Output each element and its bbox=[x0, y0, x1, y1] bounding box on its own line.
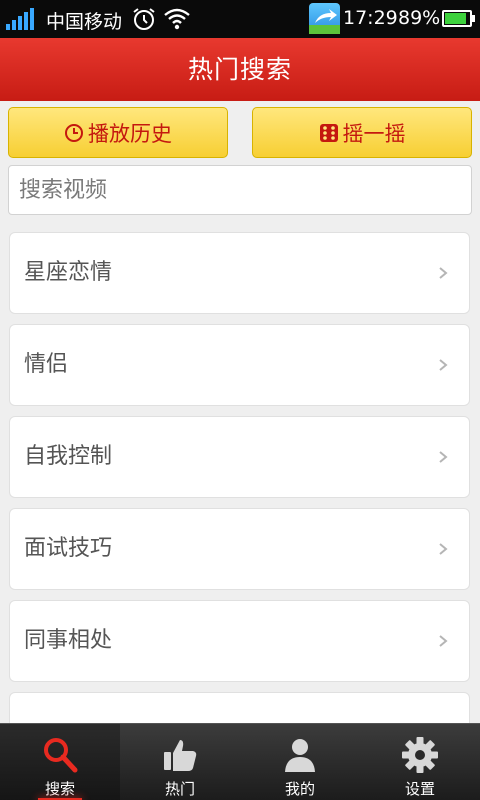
gear-icon bbox=[402, 737, 438, 773]
app-notification-icon bbox=[309, 3, 340, 34]
clock-icon bbox=[65, 123, 83, 142]
tab-mine[interactable]: 我的 bbox=[240, 724, 360, 800]
bottom-tab-bar: 搜索 热门 我的 设置 bbox=[0, 723, 480, 800]
tab-label: 热门 bbox=[164, 780, 195, 798]
list-item-label: 同事相处 bbox=[24, 628, 113, 653]
user-icon bbox=[285, 739, 315, 772]
tab-settings[interactable]: 设置 bbox=[360, 724, 480, 800]
title-bar: 热门搜索 bbox=[0, 38, 480, 101]
list-item[interactable]: 自我控制 bbox=[9, 416, 470, 498]
list-item[interactable]: 同事相处 bbox=[9, 600, 470, 682]
tab-label: 我的 bbox=[284, 780, 315, 798]
clock-time: 17:29 bbox=[343, 7, 398, 29]
list-item[interactable]: 情侣 bbox=[9, 324, 470, 406]
dice-icon bbox=[319, 123, 338, 142]
battery-percent: 89% bbox=[398, 7, 441, 29]
chevron-right-icon bbox=[439, 635, 448, 647]
thumbs-up-icon bbox=[164, 740, 197, 771]
shake-button[interactable]: 摇一摇 bbox=[252, 107, 472, 158]
tab-search[interactable]: 搜索 bbox=[0, 724, 120, 800]
play-history-button[interactable]: 播放历史 bbox=[8, 107, 228, 158]
list-item-label: 情侣 bbox=[24, 352, 69, 377]
tab-label: 设置 bbox=[404, 780, 435, 798]
status-bar: 中国移动 17:29 89% bbox=[0, 0, 480, 38]
search-box bbox=[8, 165, 472, 215]
list-item-label: 星座恋情 bbox=[24, 260, 113, 285]
play-history-label: 播放历史 bbox=[88, 121, 172, 146]
chevron-right-icon bbox=[439, 543, 448, 555]
chevron-right-icon bbox=[439, 451, 448, 463]
list-item[interactable]: 星座恋情 bbox=[9, 232, 470, 314]
search-icon bbox=[44, 738, 78, 773]
tab-hot[interactable]: 热门 bbox=[120, 724, 240, 800]
wifi-icon bbox=[164, 8, 190, 30]
list-item[interactable]: 面试技巧 bbox=[9, 508, 470, 590]
carrier-name: 中国移动 bbox=[46, 11, 123, 33]
page-title: 热门搜索 bbox=[187, 55, 292, 84]
list-item-label: 自我控制 bbox=[24, 444, 113, 469]
search-input[interactable] bbox=[9, 166, 471, 214]
chevron-right-icon bbox=[439, 267, 448, 279]
alarm-clock-icon bbox=[133, 8, 155, 30]
list-item-label: 面试技巧 bbox=[24, 536, 113, 561]
chevron-right-icon bbox=[439, 359, 448, 371]
battery-icon bbox=[442, 10, 475, 27]
signal-icon bbox=[6, 8, 36, 30]
shake-label: 摇一摇 bbox=[342, 121, 406, 146]
tab-label: 搜索 bbox=[44, 780, 75, 798]
